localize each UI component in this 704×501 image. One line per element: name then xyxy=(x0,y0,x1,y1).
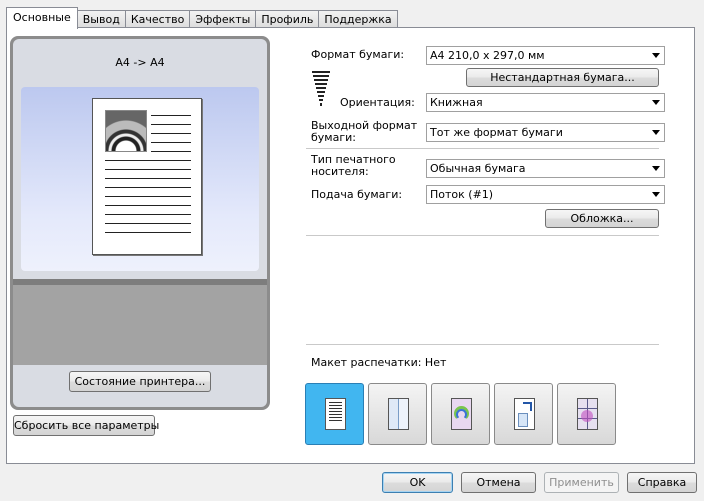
preview-footer xyxy=(13,285,267,365)
layout-poster-icon xyxy=(451,398,472,430)
paper-size-label: Формат бумаги: xyxy=(311,48,405,61)
page-layout-label: Макет распечатки: Нет xyxy=(311,356,447,369)
help-button[interactable]: Справка xyxy=(627,472,697,493)
divider xyxy=(306,235,659,236)
preview-frame: A4 -> A4 xyxy=(10,36,270,410)
paper-source-label: Подача бумаги: xyxy=(311,188,403,201)
divider xyxy=(306,344,659,345)
reset-all-button[interactable]: Сбросить все параметры xyxy=(13,415,159,436)
layout-booklet-icon xyxy=(388,398,409,430)
chevron-down-icon xyxy=(652,192,660,197)
orientation-select[interactable]: Книжная xyxy=(426,93,665,112)
layout-1up-button[interactable] xyxy=(305,383,364,445)
ok-button[interactable]: OK xyxy=(382,472,453,493)
layout-poster-button[interactable] xyxy=(431,383,490,445)
preview-size-label: A4 -> A4 xyxy=(115,56,165,69)
layout-scale-button[interactable] xyxy=(494,383,553,445)
layout-scale-icon xyxy=(514,398,535,430)
preview-page xyxy=(92,98,202,255)
preview-background xyxy=(21,87,259,271)
layout-tile-icon xyxy=(577,398,598,430)
printer-status-button[interactable]: Состояние принтера... xyxy=(69,371,211,392)
paper-size-select[interactable]: A4 210,0 x 297,0 мм xyxy=(426,46,665,65)
preview-area: A4 -> A4 xyxy=(13,39,267,407)
cancel-button[interactable]: Отмена xyxy=(461,472,536,493)
media-type-label: Тип печатного носителя: xyxy=(311,153,396,178)
paper-source-select[interactable]: Поток (#1) xyxy=(426,185,665,204)
layout-1up-icon xyxy=(325,398,346,430)
output-size-select[interactable]: Тот же формат бумаги xyxy=(426,123,665,142)
cover-button[interactable]: Обложка... xyxy=(545,209,659,228)
media-type-select[interactable]: Обычная бумага xyxy=(426,159,665,178)
divider xyxy=(306,148,659,149)
custom-paper-button[interactable]: Нестандартная бумага... xyxy=(466,68,659,87)
output-size-label: Выходной формат бумаги: xyxy=(311,119,418,144)
tab-strip: Основные Вывод Качество Эффекты Профиль … xyxy=(6,7,398,29)
orientation-label: Ориентация: xyxy=(340,96,415,109)
chevron-down-icon xyxy=(652,166,660,171)
layout-booklet-button[interactable] xyxy=(368,383,427,445)
tab-basic[interactable]: Основные xyxy=(6,7,78,29)
orientation-arrow-icon xyxy=(312,71,330,106)
layout-tile-button[interactable] xyxy=(557,383,616,445)
apply-button[interactable]: Применить xyxy=(544,472,619,493)
chevron-down-icon xyxy=(652,100,660,105)
preview-text-lines xyxy=(105,115,191,241)
chevron-down-icon xyxy=(652,53,660,58)
chevron-down-icon xyxy=(652,130,660,135)
